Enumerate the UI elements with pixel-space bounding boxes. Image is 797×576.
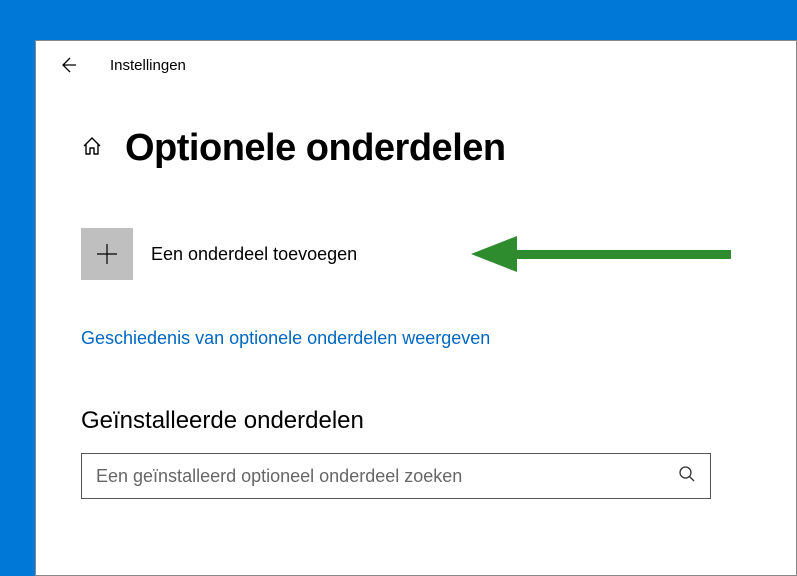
- add-feature-button[interactable]: [81, 228, 133, 280]
- search-input[interactable]: [96, 466, 678, 487]
- add-feature-row[interactable]: Een onderdeel toevoegen: [81, 228, 751, 280]
- app-title: Instellingen: [110, 57, 186, 74]
- titlebar: Instellingen: [36, 41, 796, 89]
- search-box[interactable]: [81, 453, 711, 499]
- search-icon: [678, 465, 696, 488]
- plus-icon: [94, 241, 120, 267]
- content-area: Een onderdeel toevoegen Geschiedenis van…: [36, 170, 796, 499]
- page-title: Optionele onderdelen: [125, 127, 506, 170]
- settings-window: Instellingen Optionele onderdelen Een on…: [35, 40, 797, 576]
- add-feature-label: Een onderdeel toevoegen: [151, 244, 357, 265]
- back-button[interactable]: [56, 53, 80, 77]
- installed-section-title: Geïnstalleerde onderdelen: [81, 407, 751, 435]
- back-arrow-icon: [58, 55, 78, 75]
- annotation-arrow-icon: [471, 234, 731, 274]
- page-header: Optionele onderdelen: [36, 127, 796, 170]
- home-icon[interactable]: [81, 135, 103, 162]
- history-link[interactable]: Geschiedenis van optionele onderdelen we…: [81, 328, 490, 349]
